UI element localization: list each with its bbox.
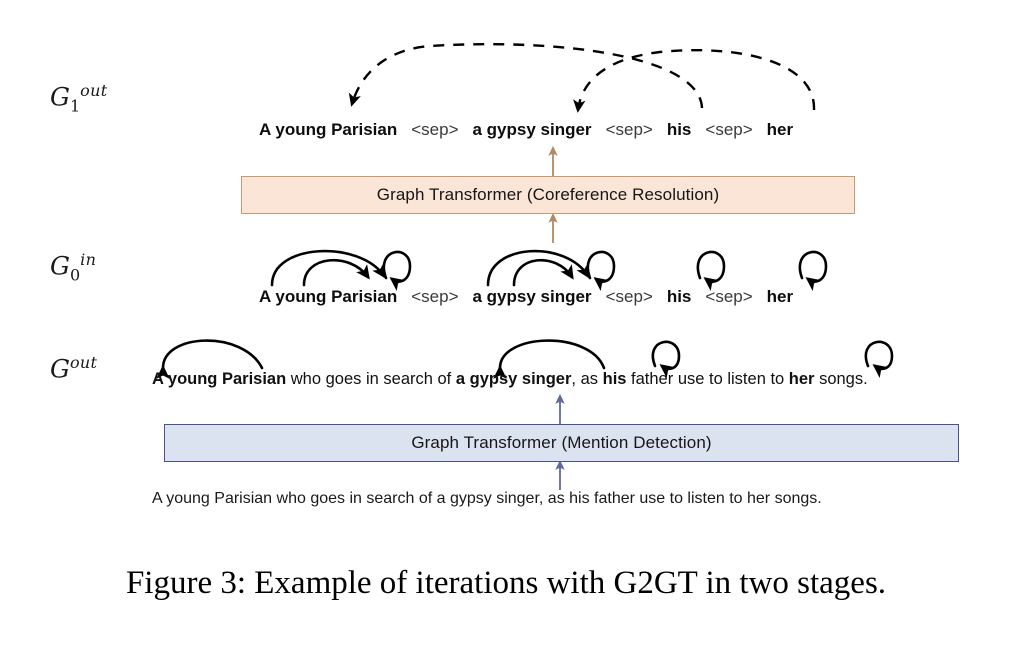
- token-row-g0-in: A young Parisian <sep> a gypsy singer <sep>…: [259, 288, 793, 305]
- g0in-arc-parisian-outer: [270, 249, 386, 287]
- graph-transformer-mention-detection-label: Graph Transformer (Mention Detection): [411, 433, 712, 452]
- token-separator: <sep>: [705, 287, 753, 306]
- sentence-row-g-out: A young Parisian who goes in search of a…: [152, 371, 868, 388]
- g0in-arc-gypsy-outer: [486, 249, 590, 287]
- token-mention: A young Parisian: [259, 120, 398, 139]
- g0in-arc-parisian-inner: [302, 258, 370, 287]
- coref-dashed-edges: [348, 43, 816, 113]
- stage-label-g1-out-superscript: out: [80, 81, 108, 100]
- stage-label-g0-in-superscript: in: [80, 250, 97, 269]
- gout-selfloop-his: [651, 340, 681, 378]
- graph-transformer-coreference-label: Graph Transformer (Coreference Resolutio…: [376, 185, 720, 204]
- stage-label-g1-out-subscript: 1: [69, 96, 81, 116]
- graph-transformer-mention-detection-box[interactable]: Graph Transformer (Mention Detection): [164, 424, 959, 462]
- token-mention: a gypsy singer: [472, 287, 592, 306]
- sentence-text: father use to listen to: [626, 370, 789, 388]
- token-mention: his: [666, 287, 692, 306]
- g0in-selfloop-her: [798, 250, 828, 291]
- token-separator: <sep>: [411, 287, 459, 306]
- sentence-mention: his: [602, 370, 627, 388]
- g0in-arc-gypsy-inner: [512, 258, 574, 287]
- gout-selfloop-her: [864, 340, 894, 378]
- stage-label-g0-in-symbol: G: [50, 251, 70, 281]
- stage-label-g0-in: G0in: [50, 252, 96, 283]
- figure-caption: Figure 3: Example of iterations with G2G…: [125, 565, 887, 601]
- sentence-mention: a gypsy singer: [455, 370, 572, 388]
- token-mention: his: [666, 120, 692, 139]
- token-separator: <sep>: [605, 287, 653, 306]
- sentence-mention: A young Parisian: [152, 370, 287, 388]
- figure-g2gt-iterations: G1out G0in Gout A young Parisian <sep> a g…: [0, 0, 1012, 658]
- g0in-selfloop-parisian: [382, 250, 412, 291]
- token-separator: <sep>: [605, 120, 653, 139]
- token-mention: her: [766, 120, 794, 139]
- g0in-selfloop-his: [696, 250, 726, 291]
- sentence-text: who goes in search of: [286, 370, 456, 388]
- input-sentence-text: A young Parisian who goes in search of a…: [152, 490, 822, 507]
- token-separator: <sep>: [411, 120, 459, 139]
- token-row-g1-out: A young Parisian <sep> a gypsy singer <sep>…: [259, 121, 793, 138]
- gout-arc-parisian: [156, 339, 264, 379]
- stage-label-g-out-symbol: G: [50, 354, 70, 384]
- coref-edge-her-to-gypsy: [573, 48, 816, 113]
- stage-label-g1-out-symbol: G: [50, 82, 70, 112]
- token-separator: <sep>: [705, 120, 753, 139]
- token-mention: her: [766, 287, 794, 306]
- g0in-selfloop-gypsy: [586, 250, 616, 291]
- gout-arc-gypsy: [493, 339, 606, 379]
- sentence-text: songs.: [814, 370, 868, 388]
- stage-label-g0-in-subscript: 0: [69, 265, 81, 285]
- token-mention: A young Parisian: [259, 287, 398, 306]
- sentence-text: , as: [571, 370, 603, 388]
- coref-edge-his-to-parisian: [348, 43, 704, 109]
- stage-label-g-out: Gout: [50, 353, 98, 384]
- g0in-arcs: [270, 249, 828, 291]
- edge-overlay: [156, 43, 894, 490]
- stage-label-g-out-superscript: out: [69, 353, 98, 372]
- stage-label-g1-out: G1out: [50, 83, 107, 114]
- sentence-mention: her: [788, 370, 815, 388]
- graph-transformer-coreference-box[interactable]: Graph Transformer (Coreference Resolutio…: [241, 176, 855, 214]
- gout-arcs: [156, 339, 894, 379]
- token-mention: a gypsy singer: [472, 120, 592, 139]
